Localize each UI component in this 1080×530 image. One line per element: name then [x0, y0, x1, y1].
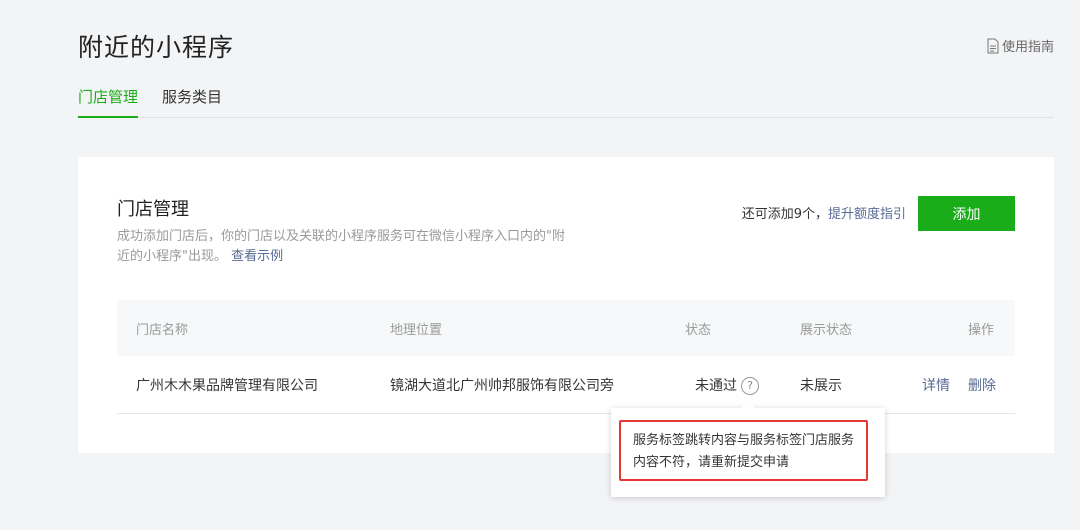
guide-link[interactable]: 使用指南: [986, 36, 1054, 55]
quota-info: 还可添加9个，提升额度指引: [742, 203, 906, 222]
cell-location: 镜湖大道北广州帅邦服饰有限公司旁: [390, 377, 614, 394]
cell-display-status: 未展示: [800, 377, 842, 394]
tooltip-message: 服务标签跳转内容与服务标签门店服务内容不符，请重新提交申请: [619, 420, 868, 481]
cell-store-name: 广州木木果品牌管理有限公司: [136, 377, 318, 394]
tab-service-category[interactable]: 服务类目: [162, 86, 222, 118]
raise-quota-link[interactable]: 提升额度指引: [828, 207, 906, 222]
tab-bar: 门店管理 服务类目: [78, 86, 1054, 118]
add-store-button[interactable]: 添加: [918, 196, 1015, 231]
card-description: 成功添加门店后，你的门店以及关联的小程序服务可在微信小程序入口内的"附近的小程序…: [117, 227, 572, 267]
card-title: 门店管理: [117, 199, 189, 220]
page-title: 附近的小程序: [78, 33, 235, 62]
table-header: 门店名称 地理位置 状态 展示状态 操作: [117, 300, 1015, 356]
status-tooltip: 服务标签跳转内容与服务标签门店服务内容不符，请重新提交申请: [611, 401, 885, 497]
header-display-status: 展示状态: [800, 322, 853, 338]
table-row: 广州木木果品牌管理有限公司 镜湖大道北广州帅邦服饰有限公司旁 未通过? 未展示 …: [117, 356, 1015, 414]
header-operations: 操作: [968, 322, 995, 338]
store-management-card: 门店管理 成功添加门店后，你的门店以及关联的小程序服务可在微信小程序入口内的"附…: [78, 157, 1054, 453]
header-status: 状态: [685, 322, 712, 338]
guide-label: 使用指南: [1001, 40, 1054, 55]
status-text: 未通过: [695, 377, 737, 394]
detail-link[interactable]: 详情: [922, 375, 950, 395]
header-store-name: 门店名称: [136, 322, 189, 338]
question-icon[interactable]: ?: [741, 376, 759, 395]
delete-link[interactable]: 删除: [968, 375, 996, 395]
document-icon: [986, 38, 1000, 54]
tab-store-management[interactable]: 门店管理: [78, 86, 139, 118]
view-example-link[interactable]: 查看示例: [231, 249, 283, 264]
cell-status: 未通过?: [695, 375, 759, 395]
quota-text: 还可添加9个，: [741, 207, 828, 222]
card-description-text: 成功添加门店后，你的门店以及关联的小程序服务可在微信小程序入口内的"附近的小程序…: [117, 229, 565, 264]
header-location: 地理位置: [390, 322, 443, 338]
store-table: 门店名称 地理位置 状态 展示状态 操作 广州木木果品牌管理有限公司 镜湖大道北…: [117, 300, 1015, 414]
